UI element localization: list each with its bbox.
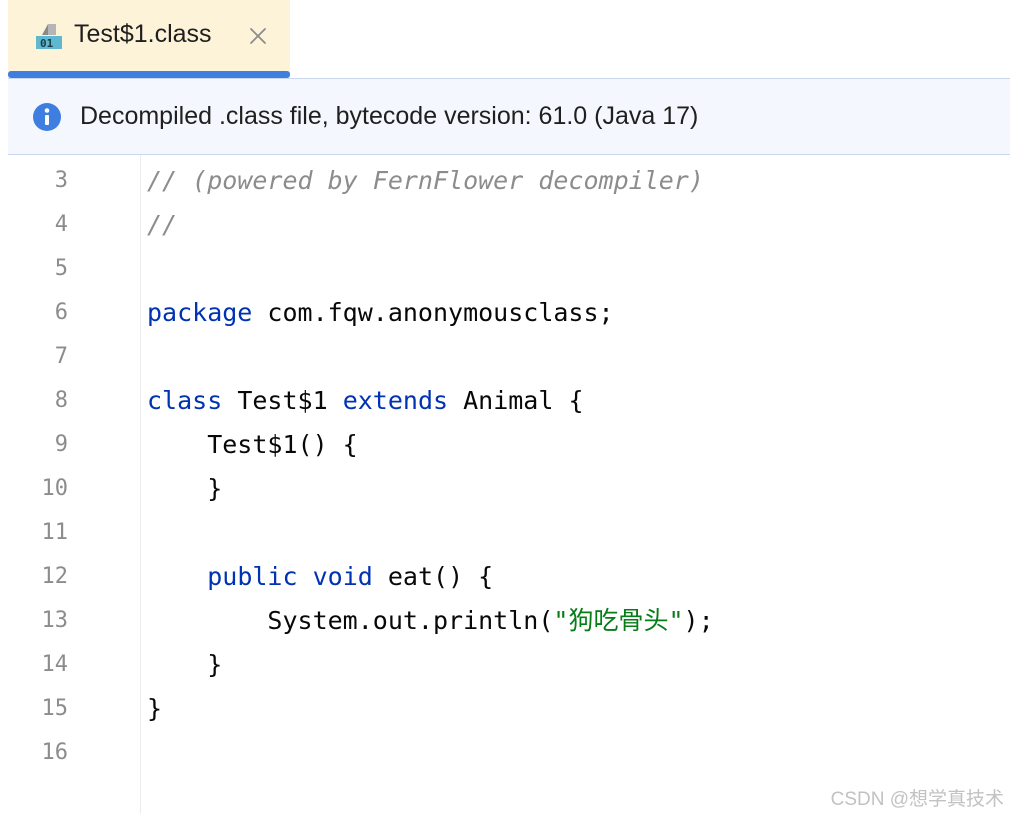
tab-title: Test$1.class bbox=[74, 20, 212, 48]
code-token: com.fqw.anonymousclass; bbox=[252, 298, 614, 327]
code-line[interactable]: package com.fqw.anonymousclass; bbox=[147, 291, 614, 335]
class-file-icon: 01 bbox=[36, 24, 62, 50]
code-token: 狗吃骨头 bbox=[568, 606, 669, 635]
svg-text:01: 01 bbox=[40, 37, 54, 50]
code-token: } bbox=[147, 694, 163, 723]
code-token: extends bbox=[342, 386, 449, 415]
code-line[interactable]: } bbox=[147, 687, 162, 731]
code-line[interactable]: class Test$1 extends Animal { bbox=[147, 379, 584, 423]
code-token: // (powered by FernFlower decompiler) bbox=[147, 166, 704, 195]
code-token: } bbox=[147, 650, 223, 679]
line-number: 8 bbox=[54, 388, 68, 413]
line-number: 12 bbox=[41, 564, 69, 589]
line-number: 6 bbox=[54, 300, 68, 325]
line-number: 4 bbox=[54, 212, 68, 237]
line-number-gutter: 3 4 5 6 7 8 9 10 11 12 13 14 15 16 bbox=[8, 155, 141, 814]
line-number: 15 bbox=[41, 696, 69, 721]
code-line[interactable]: System.out.println("狗吃骨头"); bbox=[147, 599, 714, 643]
line-number: 13 bbox=[41, 608, 69, 633]
banner-message: Decompiled .class file, bytecode version… bbox=[80, 102, 699, 130]
code-line[interactable]: } bbox=[147, 643, 222, 687]
code-token: // bbox=[147, 210, 178, 239]
code-token: class bbox=[147, 386, 223, 415]
line-number: 14 bbox=[41, 652, 69, 677]
line-number: 5 bbox=[54, 256, 68, 281]
editor-tab-bar: 01 Test$1.class bbox=[0, 0, 1010, 78]
code-line[interactable]: public void eat() { bbox=[147, 555, 493, 599]
code-line[interactable]: // (powered by FernFlower decompiler) bbox=[147, 159, 704, 203]
close-icon[interactable] bbox=[246, 24, 270, 48]
code-token: eat() { bbox=[372, 562, 494, 591]
line-number: 16 bbox=[41, 740, 69, 765]
code-token: package bbox=[147, 298, 253, 327]
code-token: Test$1 bbox=[222, 386, 343, 415]
code-token: System.out.println( bbox=[147, 606, 554, 635]
line-number: 3 bbox=[54, 168, 68, 193]
line-number: 7 bbox=[54, 344, 68, 369]
active-tab-indicator bbox=[8, 71, 290, 78]
code-token: " bbox=[668, 606, 684, 635]
line-number: 9 bbox=[54, 432, 68, 457]
code-token: " bbox=[553, 606, 569, 635]
decompiled-info-banner: Decompiled .class file, bytecode version… bbox=[8, 78, 1010, 155]
code-token: void bbox=[312, 562, 373, 591]
code-line[interactable]: // bbox=[147, 203, 177, 247]
code-token: public bbox=[207, 562, 298, 591]
code-token: Animal { bbox=[448, 386, 584, 415]
code-token: Test$1() { bbox=[147, 430, 358, 459]
code-token: ); bbox=[683, 606, 714, 635]
code-token: } bbox=[147, 474, 223, 503]
tab-test-class[interactable]: 01 Test$1.class bbox=[8, 0, 290, 78]
code-line[interactable]: Test$1() { bbox=[147, 423, 358, 467]
code-editor[interactable]: 3 4 5 6 7 8 9 10 11 12 13 14 15 16 // (powered by Fer… bbox=[8, 155, 1010, 814]
line-number: 10 bbox=[41, 476, 69, 501]
code-line[interactable]: } bbox=[147, 467, 222, 511]
watermark: CSDN @想学真技术 bbox=[830, 789, 1004, 810]
info-icon bbox=[33, 103, 61, 131]
line-number: 11 bbox=[41, 520, 69, 545]
